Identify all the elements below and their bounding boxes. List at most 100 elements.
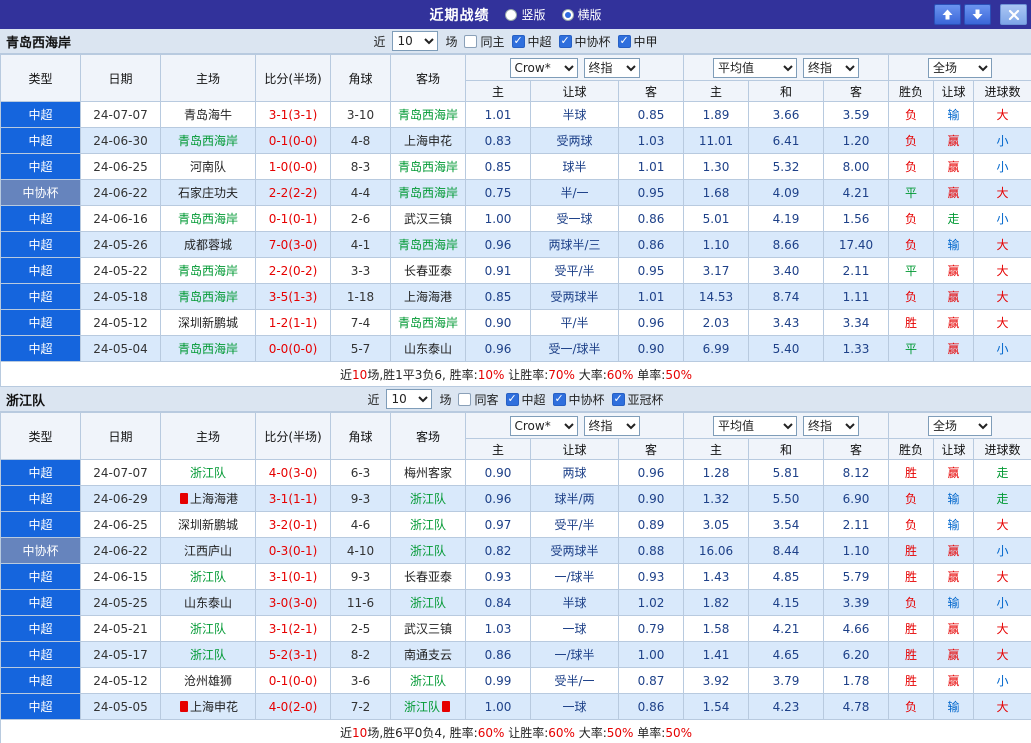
euro-away-odds: 8.12 — [822, 459, 890, 486]
scroll-up-button[interactable] — [934, 4, 961, 25]
checkbox-label: 中超 — [527, 34, 552, 49]
type-cell: 中超 — [0, 205, 81, 232]
team-name: 青岛西海岸 — [177, 290, 238, 304]
result-cell: 胜 — [888, 563, 935, 590]
same-venue-checkbox[interactable]: 同客 — [458, 391, 499, 408]
home-team-cell: 上海申花 — [160, 693, 256, 720]
handicap-result-cell: 走 — [933, 205, 975, 232]
final-index-select-asian[interactable]: 终指 — [583, 415, 640, 436]
euro-away-odds: 3.59 — [822, 101, 890, 128]
euro-draw-odds: 5.50 — [748, 485, 824, 512]
handicap-cell: 球半 — [530, 153, 619, 180]
euro-draw-odds: 4.19 — [748, 205, 824, 232]
checkbox-icon — [505, 392, 519, 406]
layout-radio-horizontal[interactable]: 横版 — [561, 6, 602, 23]
away-team-cell: 浙江队 — [390, 693, 466, 720]
team-name: 浙江队 — [189, 466, 226, 480]
type-cell: 中协杯 — [0, 537, 81, 564]
section-filter-bar: 浙江队 近 10 场 同客 中超 中协杯 亚冠杯 — [0, 387, 1031, 412]
match-count-select[interactable]: 10 — [386, 389, 433, 409]
match-count-select[interactable]: 10 — [392, 31, 439, 51]
goals-result-cell: 大 — [973, 511, 1031, 538]
corners-cell: 2-6 — [330, 205, 391, 232]
team-name: 浙江队 — [189, 570, 226, 584]
titlebar-center: 近期战绩 竖版 横版 — [0, 5, 1031, 25]
bookmaker-select[interactable]: Crow* — [509, 57, 578, 78]
goals-result-cell: 小 — [973, 667, 1031, 694]
team-name: 青岛西海岸 — [397, 108, 458, 122]
scroll-down-button[interactable] — [964, 4, 991, 25]
league-checkbox-fa-cup[interactable]: 中协杯 — [558, 33, 611, 50]
result-cell: 胜 — [888, 615, 935, 642]
away-team-cell: 青岛西海岸 — [390, 309, 466, 336]
score-cell: 0-1(0-0) — [255, 667, 331, 694]
league-checkbox-csl[interactable]: 中超 — [505, 391, 546, 408]
col-asian-home: 主 — [465, 80, 531, 102]
handicap-cell: 受两球 — [530, 127, 619, 154]
col-goals: 进球数 — [973, 438, 1031, 460]
summary-text: 场,胜1平3负6, 胜率: — [367, 367, 478, 382]
scope-select[interactable]: 全场 — [928, 415, 993, 436]
home-team-cell: 石家庄功夫 — [160, 179, 256, 206]
league-checkbox-league-one[interactable]: 中甲 — [617, 33, 658, 50]
away-team-cell: 浙江队 — [390, 667, 466, 694]
asian-home-odds: 0.75 — [465, 179, 531, 206]
asian-home-odds: 0.85 — [465, 283, 531, 310]
type-cell: 中超 — [0, 615, 81, 642]
goals-result-cell: 走 — [973, 485, 1031, 512]
checkbox-label: 同客 — [474, 392, 499, 407]
team-name: 山东泰山 — [403, 342, 452, 356]
col-type: 类型 — [0, 54, 81, 102]
goals-result-cell: 小 — [973, 335, 1031, 362]
handicap-result-cell: 赢 — [933, 179, 975, 206]
corners-cell: 4-10 — [330, 537, 391, 564]
away-team-cell: 上海海港 — [390, 283, 466, 310]
euro-odds-header: 平均值 终指 — [682, 54, 890, 81]
checkbox-icon — [464, 34, 478, 48]
final-index-select-euro[interactable]: 终指 — [803, 57, 859, 78]
bookmaker-select[interactable]: Crow* — [509, 415, 578, 436]
average-select[interactable]: 平均值 — [713, 415, 797, 436]
match-row: 中超 24-05-12 沧州雄狮 0-1(0-0) 3-6 浙江队 0.99 受半/一 0.87… — [0, 667, 1031, 694]
handicap-cell: 受两球半 — [530, 537, 619, 564]
team-name: 江西庐山 — [183, 544, 232, 558]
team-name: 浙江队 — [189, 648, 226, 662]
home-team-cell: 浙江队 — [160, 459, 256, 486]
result-cell: 负 — [888, 101, 935, 128]
col-away: 客场 — [390, 54, 466, 102]
col-date: 日期 — [80, 412, 161, 460]
same-venue-checkbox[interactable]: 同主 — [464, 33, 505, 50]
euro-draw-odds: 3.43 — [748, 309, 824, 336]
asian-away-odds: 0.96 — [618, 459, 684, 486]
handicap-result-cell: 输 — [933, 231, 975, 258]
euro-odds-header: 平均值 终指 — [682, 412, 890, 439]
handicap-result-cell: 赢 — [933, 283, 975, 310]
away-team-cell: 浙江队 — [390, 511, 466, 538]
home-team-cell: 河南队 — [160, 153, 256, 180]
match-row: 中超 24-05-21 浙江队 3-1(2-1) 2-5 武汉三镇 1.03 一球 0.79 1.… — [0, 615, 1031, 642]
close-button[interactable] — [1000, 4, 1027, 25]
team-name: 武汉三镇 — [403, 622, 452, 636]
match-row: 中超 24-05-17 浙江队 5-2(3-1) 8-2 南通支云 0.86 一/球半 1.00… — [0, 641, 1031, 668]
layout-radio-vertical[interactable]: 竖版 — [505, 6, 546, 23]
asian-odds-header: Crow* 终指 — [465, 412, 684, 439]
near-label: 近 — [367, 392, 380, 407]
final-index-select-euro[interactable]: 终指 — [803, 415, 859, 436]
league-checkbox-fa-cup[interactable]: 中协杯 — [552, 391, 605, 408]
average-select[interactable]: 平均值 — [713, 57, 797, 78]
goals-result-cell: 小 — [973, 589, 1031, 616]
league-checkbox-acl[interactable]: 亚冠杯 — [611, 391, 664, 408]
league-checkbox-csl[interactable]: 中超 — [511, 33, 552, 50]
euro-away-odds: 1.10 — [822, 537, 890, 564]
euro-away-odds: 1.20 — [822, 127, 890, 154]
summary-text: 10% — [477, 367, 505, 382]
col-corners: 角球 — [330, 54, 391, 102]
type-cell: 中超 — [0, 459, 81, 486]
handicap-cell: 两球 — [530, 459, 619, 486]
summary-text: 70% — [548, 367, 575, 382]
handicap-result-cell: 赢 — [933, 667, 975, 694]
scope-select[interactable]: 全场 — [928, 57, 993, 78]
final-index-select-asian[interactable]: 终指 — [583, 57, 640, 78]
result-cell: 负 — [888, 283, 935, 310]
handicap-result-cell: 赢 — [933, 459, 975, 486]
